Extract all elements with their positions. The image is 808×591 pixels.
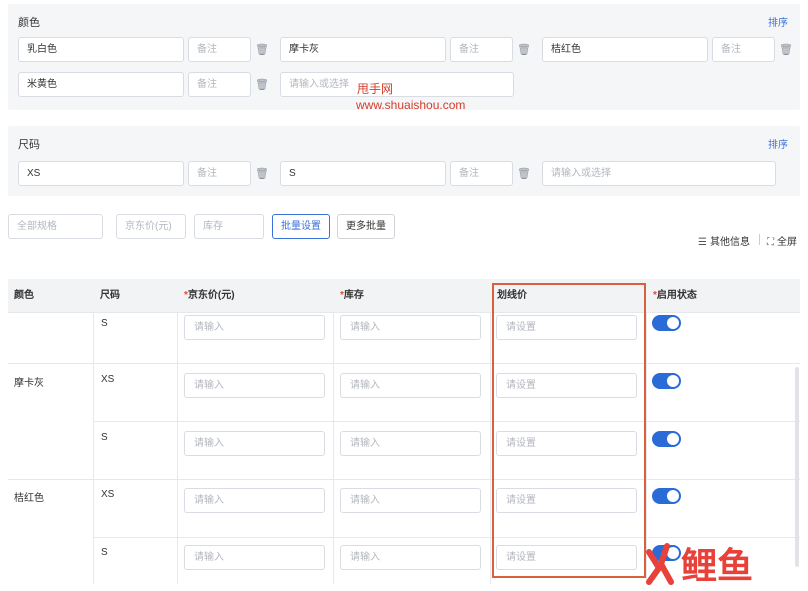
color-cell: 桔红色 (14, 493, 44, 504)
table-scrollbar[interactable] (795, 367, 799, 567)
batch-set-button[interactable]: 批量设置 (272, 214, 330, 239)
trash-icon[interactable]: 🗑 (255, 167, 269, 181)
size-cell: S (101, 547, 108, 558)
logo-mark-left (646, 549, 663, 585)
grid-line (93, 312, 94, 584)
header-jd-price: *京东价(元) (178, 279, 235, 312)
trash-icon[interactable]: 🗑 (517, 43, 531, 57)
size-value-input[interactable]: S (280, 161, 446, 186)
header-stock: *库存 (334, 279, 364, 312)
color-spec-section: 颜色 排序 乳白色 备注 🗑 摩卡灰 备注 🗑 桔红色 备注 🗑 米黄色 备注 … (8, 4, 800, 110)
enable-toggle[interactable] (652, 488, 681, 504)
size-value-input[interactable]: XS (18, 161, 184, 186)
logo-mark-right (657, 543, 674, 585)
fullscreen-label: 全屏 (777, 237, 797, 248)
color-note-input[interactable]: 备注 (450, 37, 513, 62)
color-value-input[interactable]: 摩卡灰 (280, 37, 446, 62)
color-sort-link[interactable]: 排序 (768, 14, 788, 29)
list-icon: ☰ (698, 237, 707, 248)
color-note-input[interactable]: 备注 (188, 37, 251, 62)
grid-line (8, 312, 800, 313)
jd-price-input[interactable]: 请输入 (184, 373, 325, 398)
stock-input[interactable]: 请输入 (340, 545, 481, 570)
size-spec-section: 尺码 排序 XS 备注 🗑 S 备注 🗑 请输入或选择 (8, 126, 800, 196)
logo-text: 鲤鱼 (681, 546, 753, 586)
grid-line (8, 363, 800, 364)
more-batch-button[interactable]: 更多批量 (337, 214, 395, 239)
toolbar-divider (759, 234, 760, 245)
fish-logo-watermark: 鲤鱼 (646, 543, 753, 586)
other-info-label: 其他信息 (709, 237, 750, 248)
header-stock-label: 库存 (343, 290, 364, 301)
trash-icon[interactable]: 🗑 (255, 43, 269, 57)
batch-stock-input[interactable]: 库存 (194, 214, 264, 239)
grid-line (333, 312, 334, 584)
color-new-input[interactable]: 请输入或选择 (280, 72, 514, 97)
jd-price-input[interactable]: 请输入 (184, 545, 325, 570)
color-section-title: 颜色 (18, 17, 40, 29)
enable-toggle[interactable] (652, 431, 681, 447)
other-info-link[interactable]: ☰ 其他信息 (698, 233, 750, 248)
color-cell: 摩卡灰 (14, 378, 44, 389)
stock-input[interactable]: 请输入 (340, 373, 481, 398)
color-value-input[interactable]: 乳白色 (18, 37, 184, 62)
trash-icon[interactable]: 🗑 (517, 167, 531, 181)
jd-price-input[interactable]: 请输入 (184, 315, 325, 340)
size-sort-link[interactable]: 排序 (768, 136, 788, 151)
jd-price-input[interactable]: 请输入 (184, 488, 325, 513)
toggle-knob (667, 375, 679, 387)
toggle-knob (667, 433, 679, 445)
watermark-text: 甩手网 (357, 82, 394, 96)
trash-icon[interactable]: 🗑 (255, 78, 269, 92)
grid-line (93, 421, 800, 422)
size-cell: XS (101, 489, 115, 500)
size-note-input[interactable]: 备注 (450, 161, 513, 186)
enable-toggle[interactable] (652, 373, 681, 389)
color-value-input[interactable]: 桔红色 (542, 37, 708, 62)
enable-toggle[interactable] (652, 315, 681, 331)
header-jd-price-label: 京东价(元) (187, 290, 235, 301)
grid-line (490, 312, 491, 584)
fullscreen-link[interactable]: ⛶ 全屏 (767, 233, 797, 248)
strike-price-input[interactable]: 请设置 (496, 431, 637, 456)
fullscreen-icon: ⛶ (767, 237, 774, 248)
stock-input[interactable]: 请输入 (340, 315, 481, 340)
size-cell: S (101, 432, 108, 443)
trash-icon[interactable]: 🗑 (779, 43, 793, 57)
size-note-input[interactable]: 备注 (188, 161, 251, 186)
size-section-title: 尺码 (18, 139, 40, 151)
toggle-knob (667, 317, 679, 329)
batch-jd-price-input[interactable]: 京东价(元) (116, 214, 186, 239)
header-size: 尺码 (100, 290, 120, 301)
jd-price-input[interactable]: 请输入 (184, 431, 325, 456)
strike-price-input[interactable]: 请设置 (496, 545, 637, 570)
color-note-input[interactable]: 备注 (712, 37, 775, 62)
header-strike-price: 划线价 (497, 290, 527, 301)
size-cell: S (101, 318, 108, 329)
grid-line (8, 479, 800, 480)
strike-price-input[interactable]: 请设置 (496, 488, 637, 513)
size-new-input[interactable]: 请输入或选择 (542, 161, 776, 186)
size-cell: XS (101, 374, 115, 385)
toggle-knob (667, 490, 679, 502)
color-note-input[interactable]: 备注 (188, 72, 251, 97)
stock-input[interactable]: 请输入 (340, 431, 481, 456)
grid-line (177, 312, 178, 584)
strike-price-input[interactable]: 请设置 (496, 373, 637, 398)
header-status-label: 启用状态 (656, 290, 697, 301)
table-header: 颜色 尺码 *京东价(元) *库存 划线价 *启用状态 (8, 279, 800, 312)
color-value-input[interactable]: 米黄色 (18, 72, 184, 97)
all-specs-select[interactable]: 全部规格 (8, 214, 103, 239)
watermark-url: www.shuaishou.com (356, 98, 466, 112)
stock-input[interactable]: 请输入 (340, 488, 481, 513)
header-status: *启用状态 (647, 279, 697, 312)
header-color: 颜色 (14, 290, 34, 301)
strike-price-input[interactable]: 请设置 (496, 315, 637, 340)
